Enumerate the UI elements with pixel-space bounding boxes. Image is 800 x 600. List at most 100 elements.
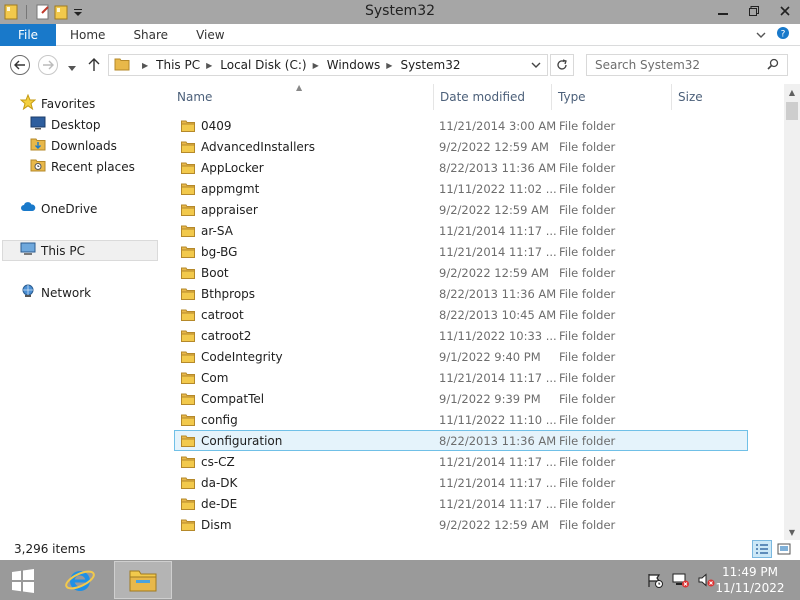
search-box[interactable] xyxy=(586,54,788,76)
close-button[interactable] xyxy=(769,0,800,22)
chevron-right-icon[interactable]: ▶ xyxy=(386,61,392,70)
nav-item-this-pc[interactable]: This PC xyxy=(2,240,158,261)
taskbar-clock[interactable]: 11:49 PM 11/11/2022 xyxy=(710,564,790,596)
type-cell: File folder xyxy=(559,328,616,343)
chevron-right-icon[interactable]: ▶ xyxy=(206,61,212,70)
table-row[interactable]: cs-CZ 11/21/2014 11:17 ... File folder xyxy=(174,451,748,472)
table-row[interactable]: Boot 9/2/2022 12:59 AM File folder xyxy=(174,262,748,283)
table-row[interactable]: Configuration 8/22/2013 11:36 AM File fold… xyxy=(174,430,748,451)
breadcrumb-windows[interactable]: Windows xyxy=(327,58,381,72)
table-row[interactable]: catroot 8/22/2013 10:45 AM File folder xyxy=(174,304,748,325)
address-bar[interactable]: ▶ This PC ▶ Local Disk (C:) ▶ Windows ▶ … xyxy=(108,54,548,76)
file-name-cell: Com xyxy=(181,371,228,385)
minimize-button[interactable] xyxy=(707,0,738,22)
refresh-button[interactable] xyxy=(550,54,574,76)
tab-share[interactable]: Share xyxy=(119,24,182,46)
file-name-cell: CompatTel xyxy=(181,392,264,406)
title-bar: System32 xyxy=(0,0,800,24)
table-row[interactable]: da-DK 11/21/2014 11:17 ... File folder xyxy=(174,472,748,493)
nav-item-recent-places[interactable]: Recent places xyxy=(0,156,156,177)
system-tray xyxy=(646,572,716,591)
start-button[interactable] xyxy=(10,568,36,594)
breadcrumb-this-pc[interactable]: This PC xyxy=(156,58,200,72)
type-cell: File folder xyxy=(559,181,616,196)
date-modified-cell: 9/2/2022 12:59 AM xyxy=(439,139,549,154)
table-row[interactable]: CodeIntegrity 9/1/2022 9:40 PM File folder xyxy=(174,346,748,367)
internet-explorer-icon[interactable] xyxy=(62,564,98,596)
date-modified-cell: 11/21/2014 11:17 ... xyxy=(439,475,557,490)
nav-item-desktop[interactable]: Desktop xyxy=(0,114,156,135)
table-row[interactable]: CompatTel 9/1/2022 9:39 PM File folder xyxy=(174,388,748,409)
nav-label-onedrive: OneDrive xyxy=(41,201,98,216)
file-explorer-taskbar-button[interactable] xyxy=(114,561,172,599)
column-header-type[interactable]: Type xyxy=(552,84,672,110)
tab-view[interactable]: View xyxy=(182,24,238,46)
tab-home[interactable]: Home xyxy=(56,24,119,46)
scroll-down-arrow-icon[interactable]: ▼ xyxy=(784,524,800,540)
scrollbar-thumb[interactable] xyxy=(786,102,798,120)
chevron-right-icon[interactable]: ▶ xyxy=(142,61,148,70)
file-rows: 0409 11/21/2014 3:00 AM File folder Advance… xyxy=(174,115,748,535)
table-row[interactable]: 0409 11/21/2014 3:00 AM File folder xyxy=(174,115,748,136)
chevron-down-icon[interactable] xyxy=(531,58,541,72)
date-modified-cell: 11/11/2022 11:10 ... xyxy=(439,412,557,427)
table-row[interactable]: ar-SA 11/21/2014 11:17 ... File folder xyxy=(174,220,748,241)
table-row[interactable]: appmgmt 11/11/2022 11:02 ... File folder xyxy=(174,178,748,199)
file-name-cell: da-DK xyxy=(181,476,237,490)
back-button[interactable] xyxy=(10,55,30,75)
type-cell: File folder xyxy=(559,265,616,280)
nav-item-downloads[interactable]: Downloads xyxy=(0,135,156,156)
desktop-icon xyxy=(30,116,46,133)
table-row[interactable]: Dism 9/2/2022 12:59 AM File folder xyxy=(174,514,748,535)
nav-item-network[interactable]: Network xyxy=(0,282,156,303)
column-header-name[interactable]: Name xyxy=(171,84,434,110)
folder-icon xyxy=(181,372,195,384)
nav-label-downloads: Downloads xyxy=(51,138,117,153)
table-row[interactable]: AppLocker 8/22/2013 11:36 AM File folder xyxy=(174,157,748,178)
file-name-cell: catroot xyxy=(181,308,244,322)
chevron-down-icon[interactable] xyxy=(756,28,766,42)
column-header-size[interactable]: Size xyxy=(672,84,748,110)
details-view-button[interactable] xyxy=(752,540,772,558)
date-modified-cell: 8/22/2013 11:36 AM xyxy=(439,160,557,175)
forward-button[interactable] xyxy=(38,55,58,75)
date-modified-cell: 11/21/2014 11:17 ... xyxy=(439,370,557,385)
search-input[interactable] xyxy=(587,58,759,72)
scroll-up-arrow-icon[interactable]: ▲ xyxy=(784,84,800,100)
chevron-right-icon[interactable]: ▶ xyxy=(313,61,319,70)
table-row[interactable]: catroot2 11/11/2022 10:33 ... File folder xyxy=(174,325,748,346)
file-name-cell: config xyxy=(181,413,238,427)
restore-button[interactable] xyxy=(738,0,769,22)
table-row[interactable]: Bthprops 8/22/2013 11:36 AM File folder xyxy=(174,283,748,304)
table-row[interactable]: config 11/11/2022 11:10 ... File folder xyxy=(174,409,748,430)
table-row[interactable]: Com 11/21/2014 11:17 ... File folder xyxy=(174,367,748,388)
table-row[interactable]: AdvancedInstallers 9/2/2022 12:59 AM File … xyxy=(174,136,748,157)
breadcrumb-system32[interactable]: System32 xyxy=(400,58,460,72)
vertical-scrollbar[interactable]: ▲ ▼ xyxy=(784,84,800,540)
table-row[interactable]: de-DE 11/21/2014 11:17 ... File folder xyxy=(174,493,748,514)
date-modified-cell: 11/21/2014 11:17 ... xyxy=(439,496,557,511)
up-arrow-icon[interactable] xyxy=(88,58,100,75)
breadcrumb-local-disk[interactable]: Local Disk (C:) xyxy=(220,58,306,72)
help-icon[interactable]: ? xyxy=(776,26,790,43)
nav-label-network: Network xyxy=(41,285,92,300)
table-row[interactable]: bg-BG 11/21/2014 11:17 ... File folder xyxy=(174,241,748,262)
search-icon[interactable] xyxy=(767,58,779,73)
network-icon xyxy=(20,284,36,301)
folder-icon xyxy=(181,498,195,510)
nav-item-favorites[interactable]: Favorites xyxy=(0,93,156,114)
type-cell: File folder xyxy=(559,370,616,385)
recent-locations-icon[interactable] xyxy=(68,61,76,75)
date-modified-cell: 11/11/2022 10:33 ... xyxy=(439,328,557,343)
action-center-flag-icon[interactable] xyxy=(646,572,664,591)
type-cell: File folder xyxy=(559,349,616,364)
tab-file[interactable]: File xyxy=(0,23,56,46)
network-status-icon[interactable] xyxy=(672,572,690,591)
column-header-date[interactable]: Date modified xyxy=(434,84,552,110)
file-name: AppLocker xyxy=(201,160,264,175)
large-icons-view-button[interactable] xyxy=(774,540,794,558)
table-row[interactable]: appraiser 9/2/2022 12:59 AM File folder xyxy=(174,199,748,220)
cloud-icon xyxy=(20,201,36,216)
nav-item-onedrive[interactable]: OneDrive xyxy=(0,198,156,219)
file-name-cell: Dism xyxy=(181,518,232,532)
